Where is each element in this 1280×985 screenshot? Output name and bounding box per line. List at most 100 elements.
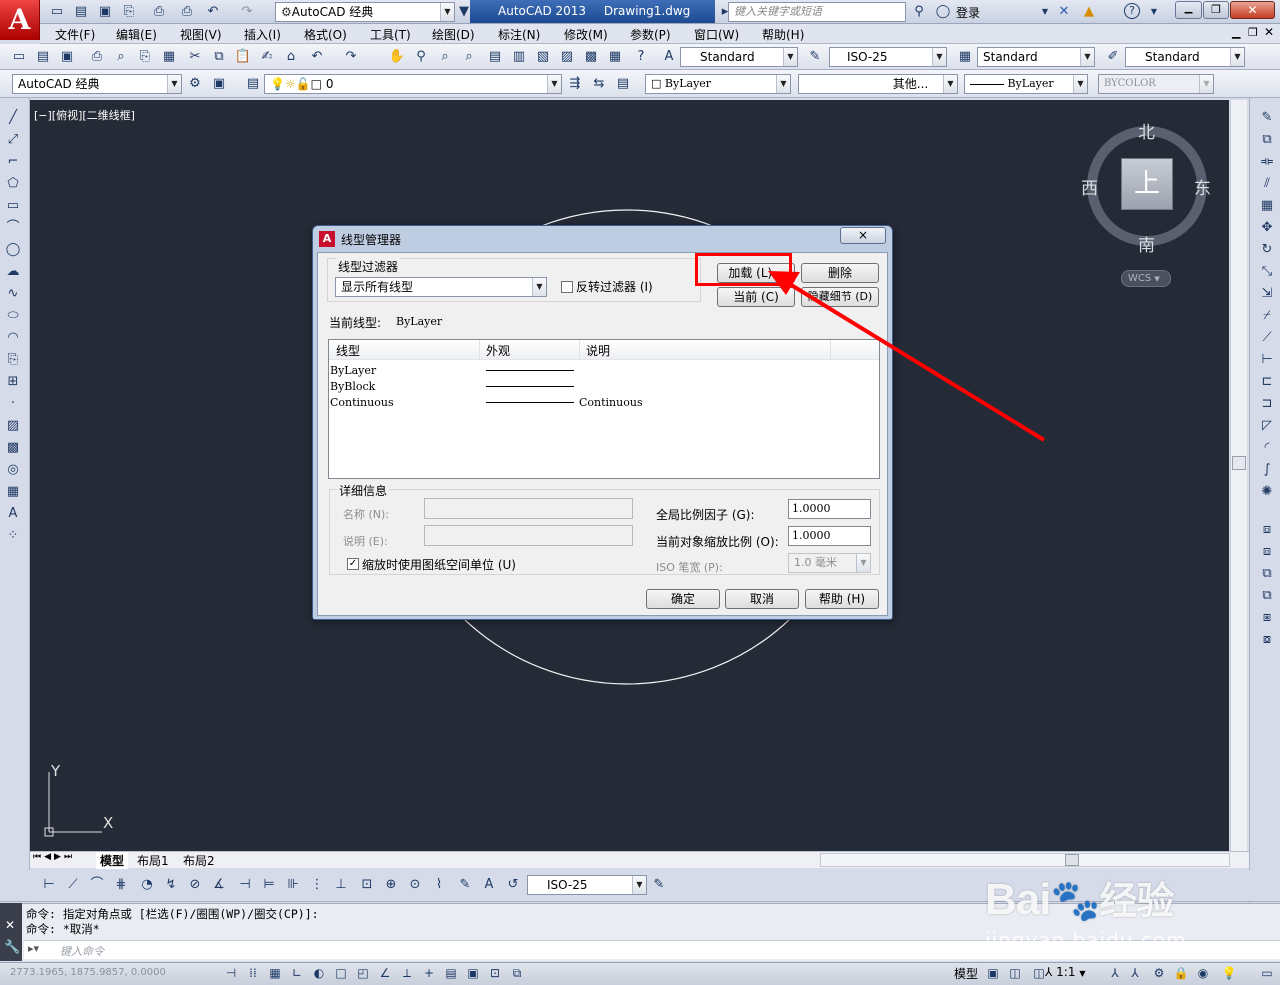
minimize-button[interactable]: ▁ (1175, 1, 1202, 19)
new-icon[interactable]: ▭ (48, 3, 66, 21)
command-close-icon[interactable]: ✕ (5, 918, 15, 932)
login-link[interactable]: 登录 (956, 4, 980, 21)
mleaderstyle-icon[interactable]: ✐ (1104, 48, 1122, 66)
layer-state-icon[interactable]: ▤ (614, 75, 632, 93)
linetype-select[interactable]: 其他... ▼ (798, 74, 958, 94)
extend-icon[interactable]: ⟋ (1257, 328, 1277, 348)
current-button[interactable]: 当前 (C) (717, 287, 795, 307)
plot-icon[interactable]: ⎙ (150, 3, 168, 21)
workspace-settings-icon[interactable]: ⚙ (186, 75, 204, 93)
viewcube-west[interactable]: 西 (1081, 174, 1098, 199)
offset-icon[interactable]: ⫽ (1257, 174, 1277, 194)
dyn-icon[interactable]: + (420, 964, 438, 982)
close-button[interactable]: ✕ (1230, 1, 1275, 19)
stay-connected-icon[interactable]: ▲ (1080, 3, 1098, 21)
paper-units-checkbox[interactable]: ✓ (347, 558, 359, 570)
menu-file[interactable]: 文件(F) (55, 26, 95, 43)
bring-above-icon[interactable]: ⧉ (1257, 564, 1277, 584)
global-scale-input[interactable]: 1.0000 (788, 499, 871, 519)
workspace-combo[interactable]: AutoCAD 经典 ▼ (12, 74, 182, 94)
mleader-style-select[interactable]: Standard ▼ (1125, 47, 1245, 67)
polar-icon[interactable]: ◐ (310, 964, 328, 982)
menu-window[interactable]: 窗口(W) (694, 26, 739, 43)
color-select[interactable]: □ ByLayer ▼ (645, 74, 791, 94)
3dprint-icon[interactable]: ▦ (160, 48, 178, 66)
aligned-dim-icon[interactable]: ⟋ (64, 876, 82, 894)
trim-icon[interactable]: ⌿ (1257, 306, 1277, 326)
arc-icon[interactable]: ⌒ (3, 218, 23, 238)
doc-minimize-icon[interactable]: ▁ (1232, 26, 1240, 39)
search-input[interactable]: 键入关键字或短语 (728, 2, 906, 22)
annotation-scale[interactable]: ⅄ 1:1 ▼ (1045, 965, 1085, 979)
ok-button[interactable]: 确定 (646, 589, 720, 609)
model-button[interactable]: 模型 (954, 965, 978, 982)
inspection-icon[interactable]: ⊙ (406, 876, 424, 894)
draworder-front-icon[interactable]: ⧈ (1257, 520, 1277, 540)
zoom-window-icon[interactable]: ⌕ (436, 48, 454, 66)
dim-style-select[interactable]: ISO-25 ▼ (829, 47, 947, 67)
tab-model[interactable]: 模型 (96, 852, 129, 869)
wcs-menu[interactable]: WCS ▼ (1121, 270, 1171, 287)
linetype-row[interactable]: Continuous Continuous (329, 394, 879, 410)
undo-icon[interactable]: ↶ (308, 48, 326, 66)
dim-break-icon[interactable]: ⊥ (332, 876, 350, 894)
print-icon[interactable]: ⎙ (178, 3, 196, 21)
make-block-icon[interactable]: ⊞ (3, 372, 23, 392)
osnap-icon[interactable]: □ (332, 964, 350, 982)
line-icon[interactable]: ╱ (3, 108, 23, 128)
open-icon[interactable]: ▤ (34, 48, 52, 66)
break-at-point-icon[interactable]: ⊢ (1257, 350, 1277, 370)
linetype-row[interactable]: ByLayer (329, 362, 879, 378)
join-icon[interactable]: ⊐ (1257, 394, 1277, 414)
user-icon[interactable]: ◯ (934, 3, 952, 21)
chamfer-icon[interactable]: ◸ (1257, 416, 1277, 436)
column-divider[interactable] (479, 340, 480, 360)
erase-icon[interactable]: ✎ (1257, 108, 1277, 128)
delete-button[interactable]: 删除 (801, 263, 879, 283)
construction-line-icon[interactable]: ⤢ (3, 130, 23, 150)
redo-icon[interactable]: ↷ (342, 48, 360, 66)
open-icon[interactable]: ▤ (72, 3, 90, 21)
tab-layout2[interactable]: 布局2 (183, 852, 215, 869)
rectangle-icon[interactable]: ▭ (3, 196, 23, 216)
annotation-visibility-icon[interactable]: ⅄ (1106, 964, 1124, 982)
linear-dim-icon[interactable]: ⊢ (40, 876, 58, 894)
command-settings-icon[interactable]: 🔧 (4, 940, 20, 955)
polygon-icon[interactable]: ⬠ (3, 174, 23, 194)
workspace-save-icon[interactable]: ▣ (210, 75, 228, 93)
transparency-icon[interactable]: ▣ (464, 964, 482, 982)
linetype-list[interactable]: 线型 外观 说明 ByLayer ByBlock Continuous Continu… (328, 339, 880, 479)
diameter-dim-icon[interactable]: ⊘ (186, 876, 204, 894)
arc-length-icon[interactable]: ⌒ (88, 876, 106, 894)
zoom-previous-icon[interactable]: ⌕ (460, 48, 478, 66)
dim-space-icon[interactable]: ⋮ (308, 876, 326, 894)
ducs-icon[interactable]: ⟂ (398, 964, 416, 982)
dim-text-edit-icon[interactable]: A (480, 876, 498, 894)
sheet-set-icon[interactable]: ▨ (558, 48, 576, 66)
horizontal-scrollbar[interactable] (820, 853, 1230, 867)
vertical-scrollbar[interactable] (1230, 100, 1247, 851)
gradient-icon[interactable]: ▩ (3, 438, 23, 458)
continue-icon[interactable]: ⊪ (284, 876, 302, 894)
mirror-icon[interactable]: ⟚ (1257, 152, 1277, 172)
dimstyle-manager-icon[interactable]: ✎ (650, 876, 668, 894)
viewcube-face[interactable]: 上 (1121, 158, 1173, 210)
layer-properties-icon[interactable]: ▤ (244, 75, 262, 93)
auto-scale-icon[interactable]: ⅄ (1126, 964, 1144, 982)
menu-draw[interactable]: 绘图(D) (432, 26, 475, 43)
menu-tools[interactable]: 工具(T) (370, 26, 411, 43)
fillet-icon[interactable]: ◜ (1257, 438, 1277, 458)
workspace-switch-icon[interactable]: ⚙ (1150, 964, 1168, 982)
scroll-thumb[interactable] (1065, 854, 1079, 866)
login-dropdown-icon[interactable]: ▼ (1036, 3, 1054, 21)
polyline-icon[interactable]: ⌐ (3, 152, 23, 172)
model-space-icon[interactable]: ▣ (984, 964, 1002, 982)
workspace-select[interactable]: ⚙AutoCAD 经典 ▼ (275, 2, 455, 22)
tab-layout1[interactable]: 布局1 (137, 852, 169, 869)
insert-block-icon[interactable]: ⎘ (3, 350, 23, 370)
table-style-select[interactable]: Standard ▼ (977, 47, 1095, 67)
text-style-select[interactable]: Standard ▼ (680, 47, 798, 67)
menu-dimension[interactable]: 标注(N) (498, 26, 540, 43)
rotate-icon[interactable]: ↻ (1257, 240, 1277, 260)
make-current-icon[interactable]: ⇶ (566, 75, 584, 93)
